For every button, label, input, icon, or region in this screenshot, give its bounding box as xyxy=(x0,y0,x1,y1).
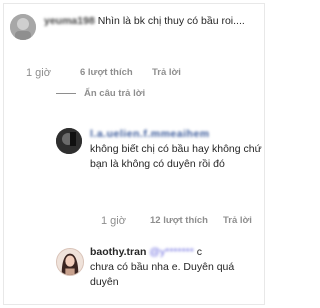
comments-panel: yeuma198 Nhìn là bk chị thuy có bầu roi.… xyxy=(3,3,265,305)
like-count[interactable]: 6 lượt thích xyxy=(80,67,133,78)
comment-text: chưa có bầu nha e. Duyên quá duyên xyxy=(90,261,235,288)
comment-username[interactable]: l.a.uelien.f.mmeaihem xyxy=(90,128,210,140)
user-avatar[interactable] xyxy=(56,248,84,276)
reply-button[interactable]: Trả lời xyxy=(223,215,252,226)
user-mention[interactable]: @y******* xyxy=(149,246,194,258)
comment-username[interactable]: baothy.tran xyxy=(90,246,146,258)
comment-username[interactable]: yeuma198 xyxy=(44,15,95,27)
user-avatar[interactable] xyxy=(56,128,82,154)
reply-button[interactable]: Trả lời xyxy=(152,67,181,78)
hide-replies-toggle[interactable]: Ẩn câu trả lời xyxy=(56,88,145,99)
comment-body: l.a.uelien.f.mmeaihem không biết chị có … xyxy=(90,127,262,172)
comment-body: baothy.tran @y******* c chưa có bầu nha … xyxy=(90,245,264,290)
comment-text: Nhìn là bk chị thuy có bầu roi.... xyxy=(97,15,245,27)
divider-line xyxy=(56,93,76,94)
comment-text: không biết chị có bầu hay không chứ bạn … xyxy=(90,143,262,170)
comment-body: yeuma198 Nhìn là bk chị thuy có bầu roi.… xyxy=(44,14,260,29)
comment-time: 1 giờ xyxy=(26,67,51,79)
hide-replies-label: Ẩn câu trả lời xyxy=(84,88,146,99)
like-count[interactable]: 12 lượt thích xyxy=(150,215,208,226)
comment-text-tail: c xyxy=(196,246,203,258)
user-avatar[interactable] xyxy=(10,14,36,40)
comment-time: 1 giờ xyxy=(101,215,126,227)
